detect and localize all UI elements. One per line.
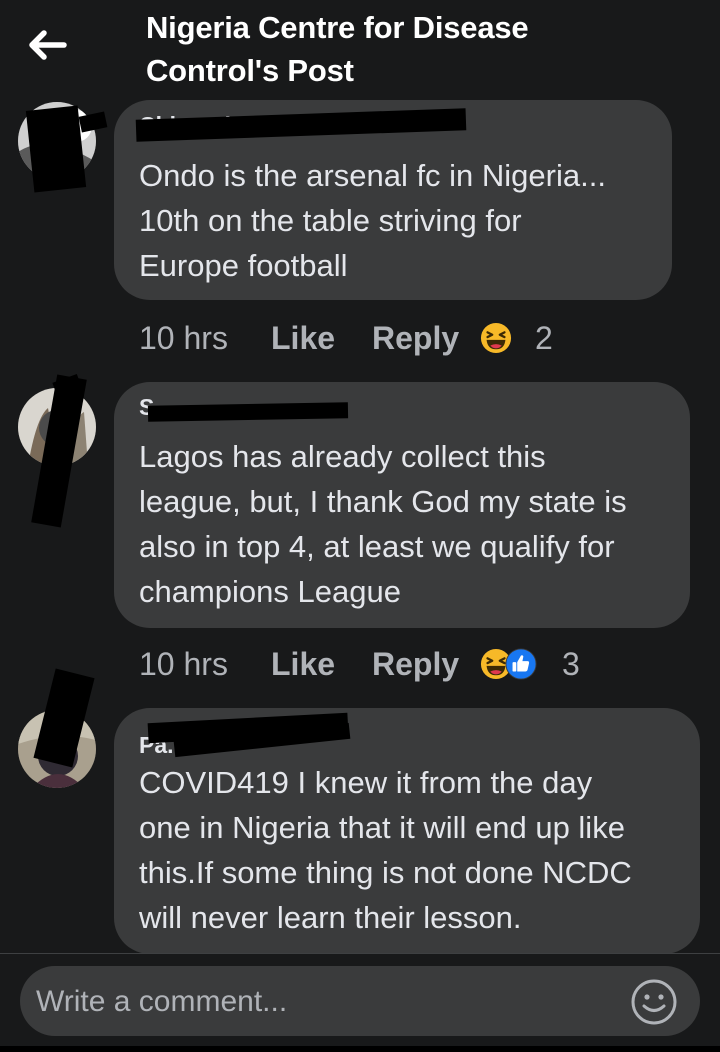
comment-text-line: champions League [139,574,401,609]
comment-text-line: 10th on the table striving for [139,203,522,238]
comment-text-line: also in top 4, at least we qualify for [139,529,615,564]
like-button[interactable]: Like [271,642,335,686]
redaction-mark [147,402,349,422]
comment-input[interactable] [34,966,628,1038]
page-title-line: Control's Post [146,53,354,88]
reaction-count: 3 [562,646,580,682]
comment-text-line: COVID419 I knew it from the day [139,765,593,800]
emoji-button[interactable] [630,978,678,1026]
comment-text-line: this.If some thing is not done NCDC [139,855,632,890]
reply-button[interactable]: Reply [372,642,459,686]
comment-timestamp: 10 hrs [139,646,228,682]
system-nav-bar [0,1046,720,1052]
comment-text-line: Europe football [139,248,348,283]
reaction-count: 2 [535,320,553,356]
redaction-mark [25,105,87,193]
reply-button[interactable]: Reply [372,316,459,360]
divider [0,953,720,954]
page-title: Nigeria Centre for Disease Control's Pos… [146,6,646,92]
like-button[interactable]: Like [271,316,335,360]
comment-item: S... Lagos has already collect this leag… [0,373,720,702]
comment-item: Chinmulewe K... Ondo is the arsenal fc i… [0,100,720,370]
comment-text-line: league, but, I thank God my state is [139,484,627,519]
comment-bubble[interactable]: Chinmulewe K... Ondo is the arsenal fc i… [114,100,672,300]
comment-timestamp: 10 hrs [139,320,228,356]
page-title-line: Nigeria Centre for Disease [146,10,529,45]
comment-text-line: will never learn their lesson. [139,900,522,935]
comment-text-line: one in Nigeria that it will end up like [139,810,625,845]
comment-bubble[interactable]: S... Lagos has already collect this leag… [114,382,690,628]
arrow-left-icon [29,30,67,60]
comment-bubble[interactable]: Pa... COVID419 I knew it from the day on… [114,708,700,954]
laughing-emoji-icon [480,322,512,354]
back-button[interactable] [26,28,68,62]
thumbs-up-icon [505,648,537,680]
comment-text-line: Ondo is the arsenal fc in Nigeria... [139,158,606,193]
smiley-icon [631,979,677,1025]
comment-text-line: Lagos has already collect this [139,439,546,474]
comment-item: Pa... COVID419 I knew it from the day on… [0,668,720,954]
post-header: Nigeria Centre for Disease Control's Pos… [0,0,720,96]
comment-composer [20,966,700,1038]
